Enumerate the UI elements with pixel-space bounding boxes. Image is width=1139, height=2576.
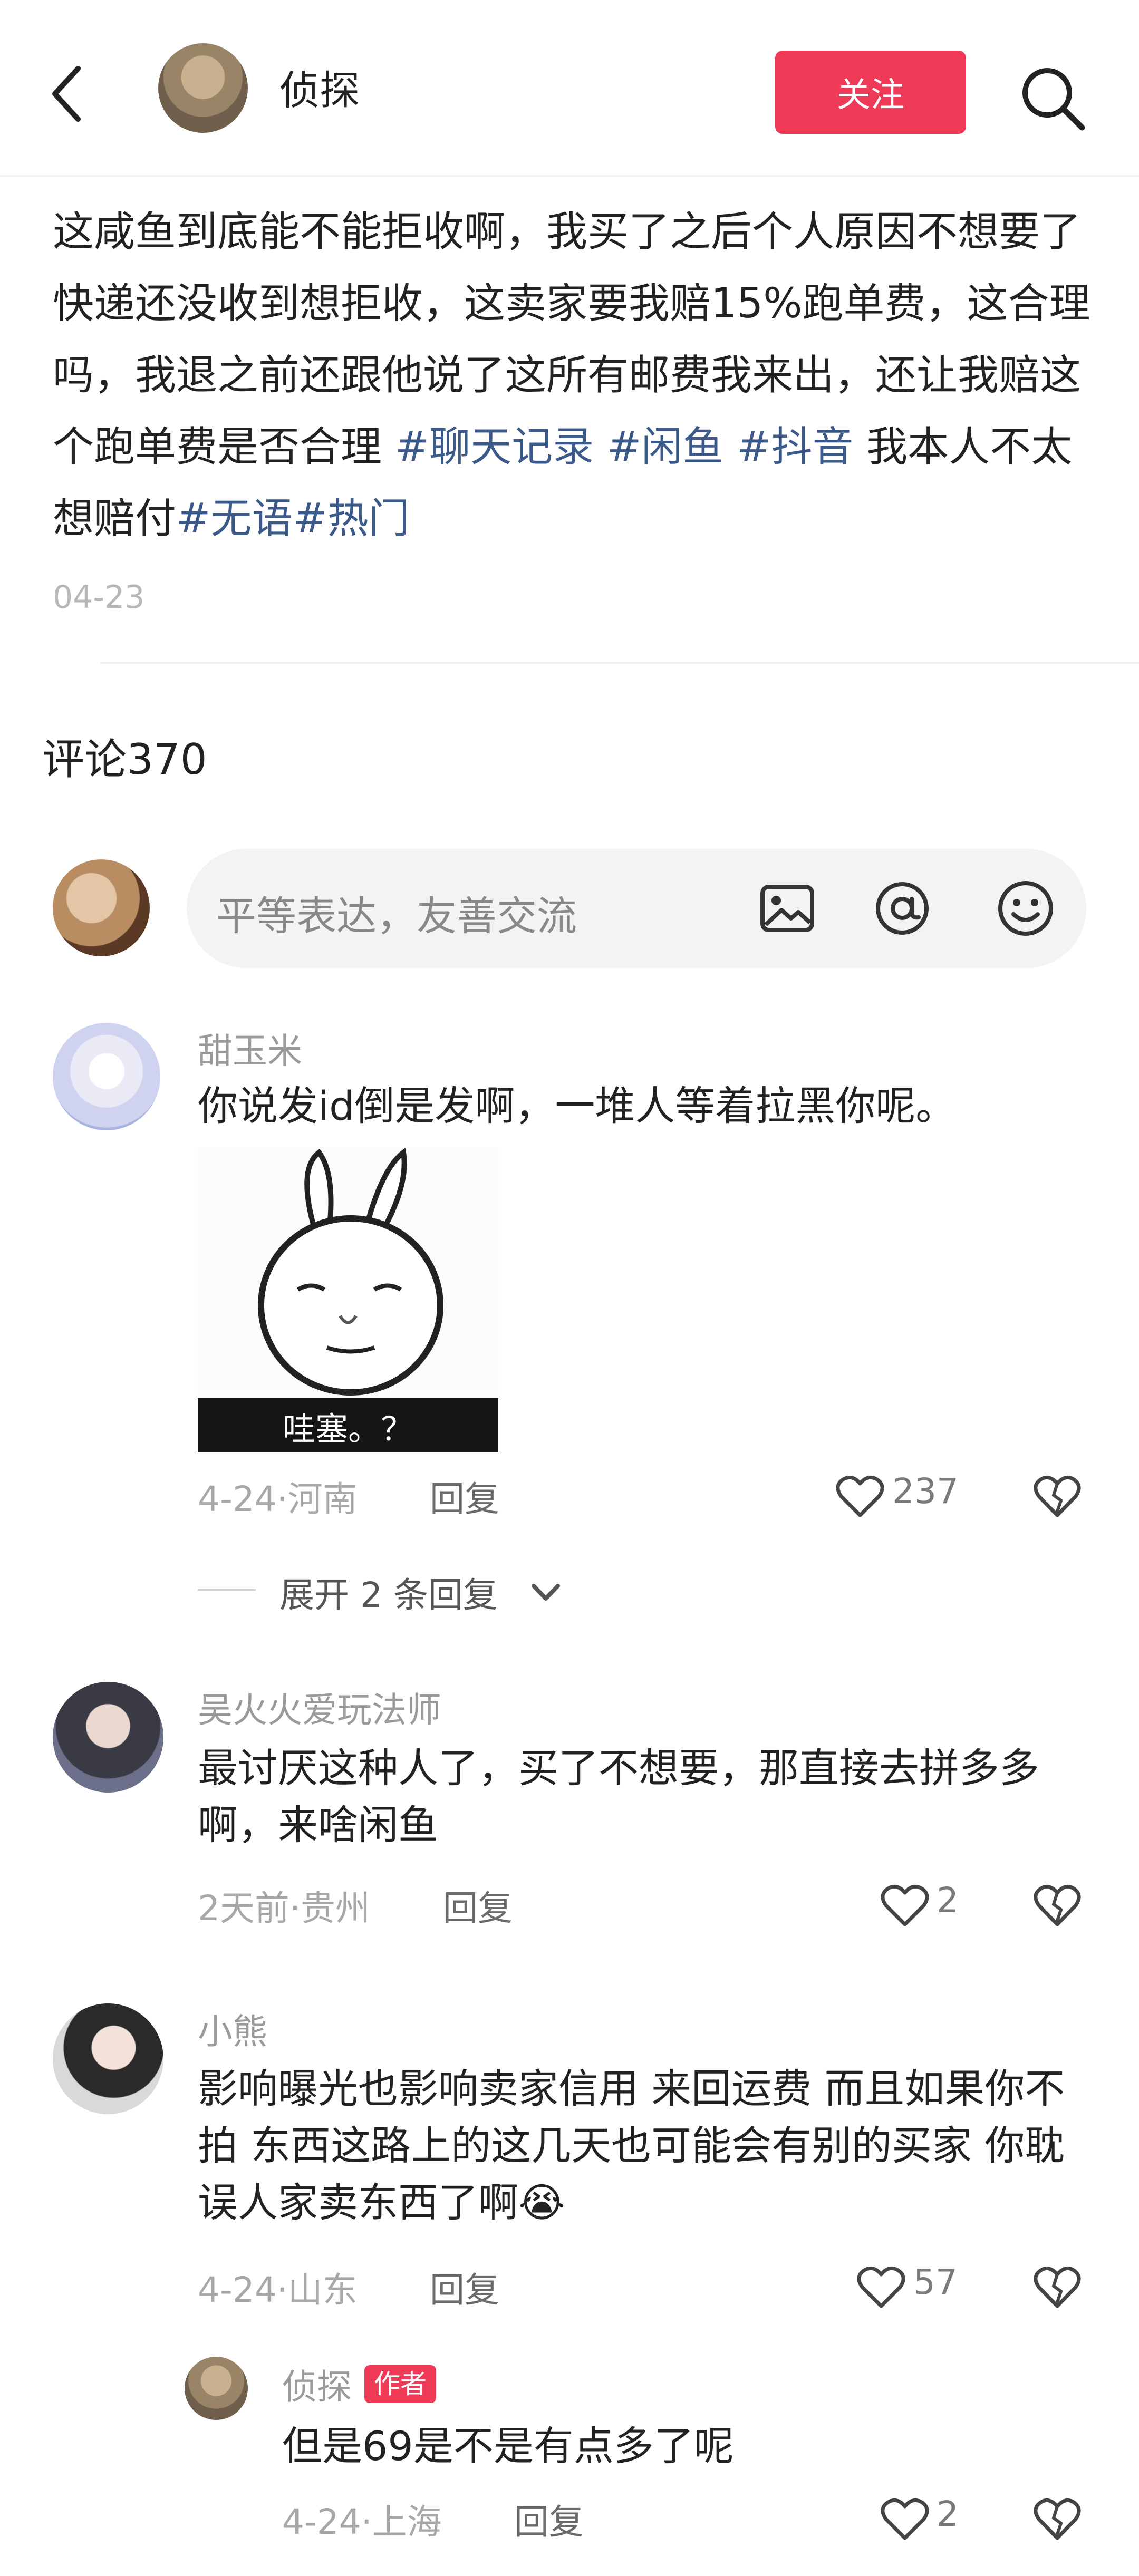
comment-text: 影响曝光也影响卖家信用 来回运费 而且如果你不拍 东西这路上的这几天也可能会有别… bbox=[198, 2065, 1065, 2226]
reply-button[interactable]: 回复 bbox=[514, 2494, 584, 2544]
search-icon[interactable] bbox=[1018, 63, 1086, 132]
reply-author-row: 侦探 作者 bbox=[282, 2359, 436, 2409]
comment-meta: 2天前·贵州 bbox=[198, 1888, 370, 1929]
hashtag-link[interactable]: #闲鱼 bbox=[607, 423, 723, 471]
back-arrow-icon[interactable] bbox=[45, 62, 93, 125]
current-user-avatar bbox=[53, 859, 150, 956]
bunny-face-icon bbox=[258, 1148, 443, 1396]
follow-button[interactable]: 关注 bbox=[775, 51, 966, 134]
reply-button[interactable]: 回复 bbox=[430, 1471, 499, 1522]
like-count: 2 bbox=[937, 2494, 959, 2534]
comment-meta: 4-24·山东 bbox=[198, 2270, 358, 2310]
like-count: 2 bbox=[937, 1880, 959, 1921]
dislike-heart-icon[interactable] bbox=[1034, 1474, 1081, 1518]
author-name[interactable]: 侦探 bbox=[279, 58, 360, 116]
post-date: 04-23 bbox=[53, 579, 145, 616]
like-heart-icon[interactable] bbox=[836, 1474, 884, 1518]
comment-meta: 4-24·河南 bbox=[198, 1479, 358, 1519]
reply-button[interactable]: 回复 bbox=[430, 2262, 499, 2312]
commenter-avatar[interactable] bbox=[53, 1682, 163, 1793]
reply-meta: 4-24·上海 bbox=[282, 2502, 442, 2542]
commenter-name[interactable]: 甜玉米 bbox=[198, 1023, 302, 1073]
hashtag-link[interactable]: #聊天记录 bbox=[395, 423, 594, 471]
hashtag-separator bbox=[594, 423, 607, 471]
dislike-heart-icon[interactable] bbox=[1034, 2497, 1081, 2541]
like-count: 237 bbox=[892, 1471, 959, 1512]
like-count: 57 bbox=[913, 2262, 958, 2302]
commenter-avatar[interactable] bbox=[53, 1023, 160, 1130]
expand-replies-button[interactable]: 展开 2 条回复 bbox=[279, 1567, 498, 1618]
header-divider bbox=[0, 175, 1139, 177]
dislike-heart-icon[interactable] bbox=[1034, 2265, 1081, 2309]
expand-divider bbox=[198, 1589, 256, 1591]
reply-text: 但是69是不是有点多了呢 bbox=[282, 2423, 734, 2470]
sticker-caption: 哇塞。？ bbox=[282, 1410, 413, 1448]
commenter-avatar[interactable] bbox=[53, 2003, 163, 2114]
mention-at-icon[interactable] bbox=[873, 879, 931, 937]
dislike-heart-icon[interactable] bbox=[1034, 1883, 1081, 1928]
reply-author-avatar[interactable] bbox=[185, 2357, 248, 2420]
like-heart-icon[interactable] bbox=[881, 2497, 929, 2541]
author-badge: 作者 bbox=[364, 2365, 436, 2403]
post-text: 这咸鱼到底能不能拒收啊，我买了之后个人原因不想要了快递还没收到想拒收，这卖家要我… bbox=[53, 196, 1097, 555]
comment-text: 最讨厌这种人了，买了不想要，那直接去拼多多啊，来啥闲鱼 bbox=[198, 1745, 1039, 1848]
comments-count-title: 评论370 bbox=[42, 735, 207, 784]
reply-button[interactable]: 回复 bbox=[443, 1880, 513, 1931]
comment-input-placeholder[interactable]: 平等表达，友善交流 bbox=[216, 884, 577, 942]
reply-author-name[interactable]: 侦探 bbox=[282, 2359, 352, 2409]
commenter-name[interactable]: 小熊 bbox=[198, 2003, 267, 2054]
chevron-down-icon[interactable] bbox=[527, 1576, 564, 1608]
author-avatar[interactable] bbox=[158, 43, 248, 133]
image-icon[interactable] bbox=[758, 879, 816, 937]
like-heart-icon[interactable] bbox=[881, 1883, 929, 1928]
like-heart-icon[interactable] bbox=[857, 2265, 905, 2309]
hashtag-link[interactable]: #热门 bbox=[293, 495, 409, 543]
hashtag-link[interactable]: #抖音 bbox=[737, 423, 853, 471]
comment-text: 你说发id倒是发啊，一堆人等着拉黑你呢。 bbox=[198, 1082, 956, 1129]
post-divider bbox=[100, 662, 1139, 664]
hashtag-separator bbox=[723, 423, 737, 471]
hashtag-link[interactable]: #无语 bbox=[176, 495, 293, 543]
emoji-icon[interactable] bbox=[997, 879, 1055, 937]
commenter-name[interactable]: 吴火火爱玩法师 bbox=[198, 1682, 441, 1732]
